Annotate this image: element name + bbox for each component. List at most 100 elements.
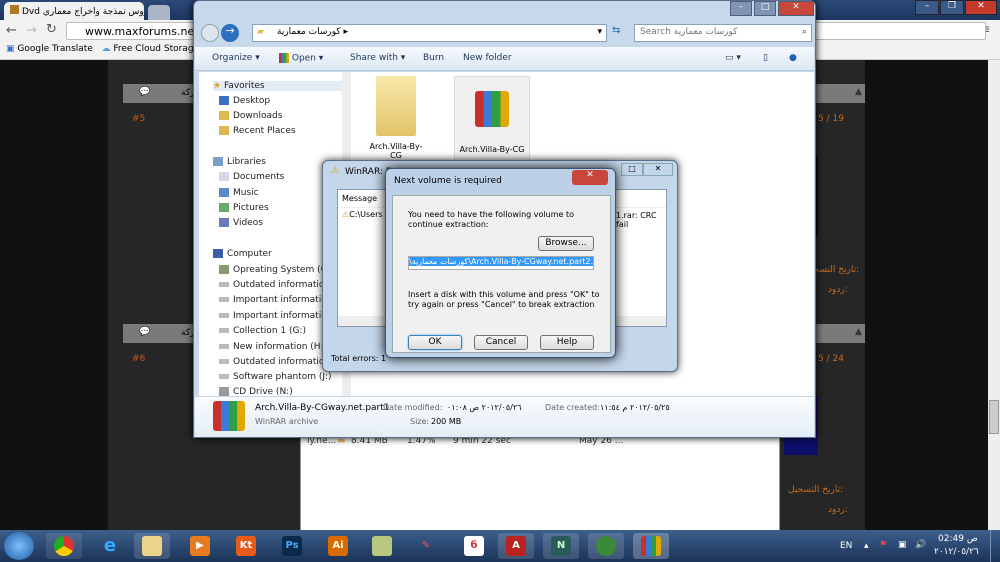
drive-icon (219, 328, 229, 333)
maximize-button[interactable]: □ (754, 1, 776, 16)
ok-button[interactable]: OK (408, 335, 462, 350)
nav-drive[interactable]: Important information (219, 311, 332, 321)
report-icon[interactable]: ▲ (855, 327, 862, 337)
nav-computer[interactable]: Computer (213, 249, 272, 259)
taskbar-paint[interactable]: ✎ (408, 533, 444, 559)
close-button[interactable]: ✕ (643, 163, 673, 176)
search-input[interactable]: Search كورسات معمارية ⌕ (634, 24, 812, 42)
taskbar-media-player[interactable]: ▶ (182, 533, 218, 559)
reply-icon[interactable]: 💬 (139, 327, 150, 337)
breadcrumb[interactable]: كورسات معمارية (277, 27, 341, 37)
file-item[interactable]: Arch.Villa-By-CG (366, 76, 426, 162)
view-options-icon[interactable]: ▭ ▾ (725, 53, 741, 63)
start-button[interactable] (4, 532, 34, 560)
minimize-button[interactable]: – (730, 1, 752, 16)
nav-documents[interactable]: Documents (219, 172, 284, 182)
browser-restore-button[interactable]: ❐ (940, 0, 964, 15)
taskbar-autocad[interactable]: A (498, 533, 534, 559)
reload-icon[interactable]: ↻ (46, 22, 57, 37)
browser-tab[interactable]: Dvd روس نمذجة واخراج معماري ✕ (4, 2, 144, 20)
maximize-button[interactable]: □ (621, 163, 643, 176)
taskbar-kt[interactable]: Kt (228, 533, 264, 559)
open-button[interactable]: Open ▾ (279, 53, 323, 64)
burn-button[interactable]: Burn (423, 53, 444, 63)
taskbar-illustrator[interactable]: Ai (320, 533, 356, 559)
network-icon[interactable]: ▣ (898, 540, 907, 550)
back-icon[interactable]: ← (6, 23, 17, 38)
taskbar-3d[interactable]: б (456, 533, 492, 559)
page-scrollbar[interactable] (988, 60, 1000, 530)
nav-drive[interactable]: Outdated information (219, 357, 330, 367)
nav-downloads[interactable]: Downloads (219, 111, 282, 121)
nav-drive[interactable]: Outdated information (219, 280, 330, 290)
nav-libraries[interactable]: Libraries (213, 157, 266, 167)
address-bar[interactable]: ▰ كورسات معمارية ▸ ▾ (252, 24, 607, 42)
winrar-archive-icon (213, 401, 245, 431)
nav-favorites[interactable]: ★ Favorites (213, 81, 343, 91)
show-desktop-button[interactable] (990, 530, 1000, 562)
message-row[interactable]: ⚠C:\Users (342, 210, 383, 219)
nav-videos[interactable]: Videos (219, 218, 263, 228)
cancel-button[interactable]: Cancel (474, 335, 528, 350)
drive-icon (219, 297, 229, 302)
computer-icon (213, 249, 223, 258)
nav-drive[interactable]: Important information (219, 295, 332, 305)
system-drive-icon (219, 265, 229, 274)
back-button[interactable] (201, 24, 219, 42)
taskbar-chrome[interactable] (46, 533, 82, 559)
bookmark-google-translate[interactable]: ▣ Google Translate (6, 44, 93, 54)
nav-drive[interactable]: Software phantom (J:) (219, 372, 332, 382)
bookmark-free-cloud-storage[interactable]: ☁ Free Cloud Storage - (101, 44, 205, 54)
forward-button[interactable]: → (221, 24, 239, 42)
refresh-icon[interactable]: ⇆ (612, 25, 620, 36)
documents-icon (219, 172, 229, 181)
taskbar-internet-explorer[interactable]: e (92, 533, 128, 559)
clock-time[interactable]: 02:49 ص (938, 534, 978, 544)
action-center-flag-icon[interactable]: ⚑ (879, 540, 887, 550)
browse-button[interactable]: Browse... (538, 236, 594, 251)
taskbar-download-manager[interactable] (588, 533, 624, 559)
desktop-icon (219, 96, 229, 105)
reply-icon[interactable]: 💬 (139, 87, 150, 97)
favicon (10, 5, 19, 14)
cd-drive-icon (219, 387, 229, 396)
browser-close-button[interactable]: ✕ (965, 0, 997, 15)
nav-drive[interactable]: CD Drive (N:) (219, 387, 293, 396)
new-folder-button[interactable]: New folder (463, 53, 512, 63)
dropdown-icon[interactable]: ▾ (597, 27, 602, 37)
organize-button[interactable]: Organize ▾ (212, 53, 260, 63)
clock-date[interactable]: ٢٠١٢/٠٥/٢٦ (934, 547, 979, 557)
nav-desktop[interactable]: Desktop (219, 96, 270, 106)
volume-icon[interactable]: 🔊 (915, 540, 926, 550)
drive-icon (219, 313, 229, 318)
close-button[interactable]: ✕ (778, 1, 814, 16)
report-icon[interactable]: ▲ (855, 87, 862, 97)
browser-minimize-button[interactable]: – (915, 0, 939, 15)
taskbar-windows-explorer[interactable] (134, 533, 170, 559)
preview-pane-icon[interactable]: ▯ (763, 53, 768, 63)
nav-pictures[interactable]: Pictures (219, 203, 269, 213)
nav-drive[interactable]: Opreating System (C:) (219, 265, 333, 275)
nav-drive[interactable]: Collection 1 (G:) (219, 326, 306, 336)
folder-icon: ▰ (257, 27, 264, 37)
show-hidden-icons[interactable]: ▴ (864, 541, 869, 551)
language-indicator[interactable]: EN (840, 541, 852, 551)
taskbar-photoshop[interactable]: Ps (274, 533, 310, 559)
forward-icon[interactable]: → (26, 23, 37, 38)
taskbar-3ds-max[interactable]: N (543, 533, 579, 559)
share-with-button[interactable]: Share with ▾ (350, 53, 405, 63)
folder-archive-icon (376, 76, 416, 136)
taskbar-notes[interactable] (364, 533, 400, 559)
new-tab-button[interactable] (148, 5, 170, 20)
nav-recent-places[interactable]: Recent Places (219, 126, 296, 136)
file-item-selected[interactable]: Arch.Villa-By-CG (454, 76, 530, 162)
details-pane: Arch.Villa-By-CGway.net.part1 WinRAR arc… (195, 396, 814, 437)
help-icon[interactable]: ● (789, 53, 797, 63)
close-button[interactable]: ✕ (572, 170, 608, 185)
volume-path-input[interactable]: \كورسات معمارية\Arch.Villa-By-CGway.net.… (408, 256, 594, 270)
nav-music[interactable]: Music (219, 188, 259, 198)
taskbar-winrar[interactable] (633, 533, 669, 559)
help-button[interactable]: Help (540, 335, 594, 350)
nav-drive[interactable]: New information (H:) (219, 342, 327, 352)
downloads-icon (219, 111, 229, 120)
